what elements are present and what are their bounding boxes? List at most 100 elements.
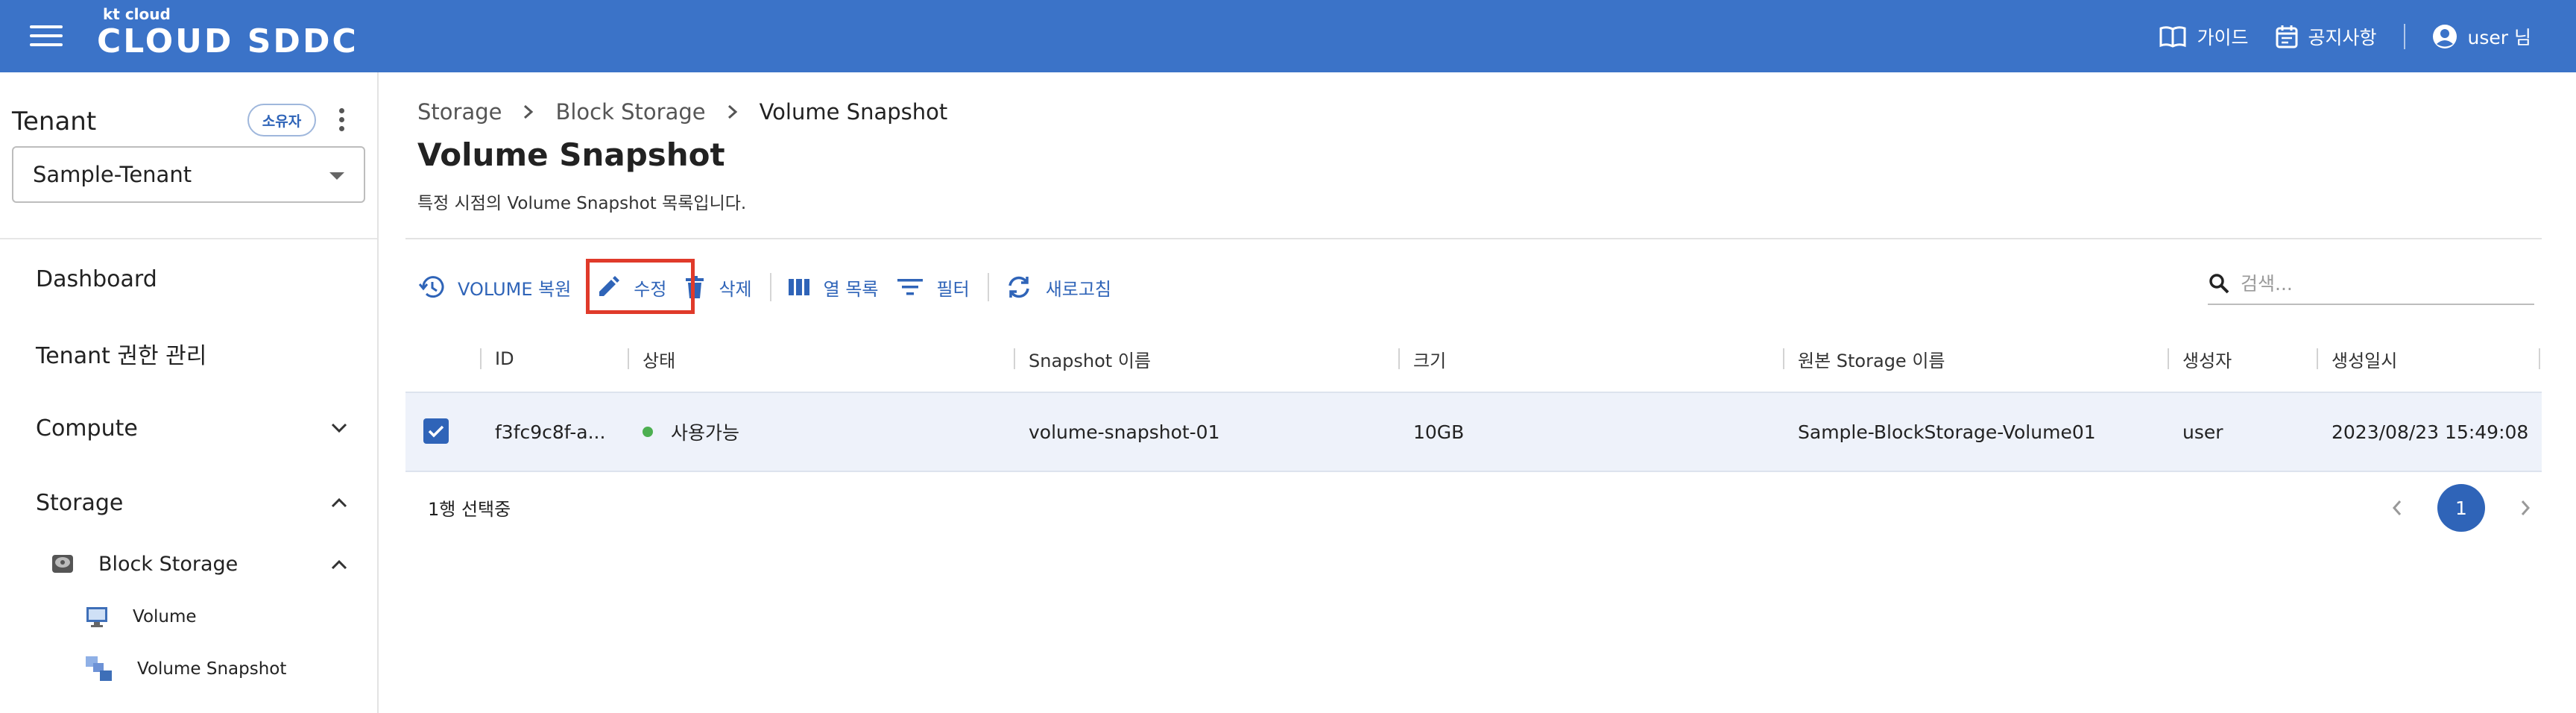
chevron-left-icon [2392,500,2402,515]
book-icon [2159,25,2186,48]
page-number-button[interactable]: 1 [2437,484,2485,532]
user-menu[interactable]: user 님 [2432,23,2531,50]
filter-button[interactable]: 필터 [897,263,977,311]
cell-creator: user [2182,421,2223,443]
check-icon [428,425,444,438]
tenant-select[interactable]: Sample-Tenant [12,146,365,203]
status-text: 사용가능 [671,422,740,444]
column-divider [628,348,629,369]
header-divider [2403,23,2405,49]
table-header: ID 상태 Snapshot 이름 크기 원본 Storage 이름 생성자 생… [405,326,2542,392]
column-header-size[interactable]: 크기 [1413,326,1446,392]
columns-icon [788,279,809,295]
top-header: kt cloud CLOUD SDDC 가이드 공지사항 user 님 [0,0,2576,72]
edit-button-highlight [586,259,695,314]
cell-snapshot-name: volume-snapshot-01 [1029,421,1220,443]
tenant-title: Tenant [12,107,97,136]
delete-button[interactable]: 삭제 [684,263,759,311]
logo-small-text: kt cloud [103,5,171,23]
refresh-button[interactable]: 새로고침 [1006,263,1119,311]
sidebar-item-volume-snapshot[interactable]: Volume Snapshot [85,654,286,684]
chevron-up-icon [331,497,347,508]
next-page-button[interactable] [2510,484,2540,532]
cell-id: f3fc9c8f-a... [495,421,606,443]
column-divider [2168,348,2169,369]
sidebar-item-label: Storage [36,489,124,516]
sidebar-item-label: Dashboard [36,266,157,292]
breadcrumb-storage[interactable]: Storage [417,99,502,125]
sidebar-item-label: Volume Snapshot [137,659,287,679]
sidebar-item-tenant-auth[interactable]: Tenant 권한 관리 [36,335,349,372]
volume-restore-button[interactable]: VOLUME 복원 [417,263,578,311]
selection-count: 1행 선택중 [428,499,511,520]
cell-created-at: 2023/08/23 15:49:08 [2332,421,2529,443]
chevron-down-icon [331,423,347,433]
sidebar-item-label: Tenant 권한 관리 [36,343,207,369]
owner-badge: 소유자 [247,104,316,136]
history-icon [418,276,444,298]
table-row[interactable]: f3fc9c8f-a... 사용가능 volume-snapshot-01 10… [405,392,2542,472]
toolbar-divider [987,273,989,301]
chevron-up-icon [331,559,347,570]
column-header-snapshot-name[interactable]: Snapshot 이름 [1029,326,1151,392]
main-divider [405,238,2542,239]
logo[interactable]: kt cloud CLOUD SDDC [97,6,359,61]
volume-restore-label: VOLUME 복원 [458,278,572,300]
pagination: 1 [2382,484,2540,532]
prev-page-button[interactable] [2382,484,2412,532]
breadcrumb-block-storage[interactable]: Block Storage [555,99,705,125]
search-icon [2209,274,2229,294]
column-divider [1014,348,1015,369]
sidebar-item-volume[interactable]: Volume [85,602,197,632]
status-dot [643,427,653,437]
filter-icon [897,279,923,295]
toolbar: VOLUME 복원 수정 삭제 열 목록 필터 새로고침 [417,263,1119,311]
guide-label: 가이드 [2197,26,2249,48]
column-header-creator[interactable]: 생성자 [2182,326,2232,392]
column-divider [2317,348,2318,369]
column-header-created-at[interactable]: 생성일시 [2332,326,2397,392]
column-divider [480,348,482,369]
filter-label: 필터 [936,278,970,300]
sidebar-item-label: Compute [36,415,138,442]
monitor-icon [86,607,107,627]
column-divider [1398,348,1400,369]
search-input[interactable] [2241,272,2524,295]
chevron-right-icon [727,104,737,119]
column-header-source-storage[interactable]: 원본 Storage 이름 [1798,326,1945,392]
main-content: Storage Block Storage Volume Snapshot Vo… [380,72,2576,713]
page-description: 특정 시점의 Volume Snapshot 목록입니다. [417,194,747,213]
column-divider [1783,348,1784,369]
search-field[interactable] [2208,263,2534,305]
tenant-select-value: Sample-Tenant [33,162,192,187]
columns-button[interactable]: 열 목록 [788,263,886,311]
more-vert-icon[interactable] [335,108,347,135]
sidebar-item-block-storage[interactable]: Block Storage [51,547,349,580]
refresh-label: 새로고침 [1045,278,1112,300]
sidebar-item-label: Volume [133,607,197,626]
sidebar: Tenant 소유자 Sample-Tenant Dashboard Tenan… [0,72,379,713]
chevron-right-icon [2521,500,2531,515]
user-label: user 님 [2467,26,2531,48]
breadcrumb-current: Volume Snapshot [759,99,948,125]
notice-link[interactable]: 공지사항 [2276,23,2377,50]
delete-label: 삭제 [719,278,752,300]
caret-down-icon [329,172,344,180]
toolbar-divider [769,273,771,301]
sidebar-item-storage[interactable]: Storage [36,484,349,521]
sidebar-item-dashboard[interactable]: Dashboard [36,260,349,298]
column-header-status[interactable]: 상태 [643,326,675,392]
row-checkbox[interactable] [423,418,449,444]
column-divider [2539,348,2540,369]
cell-status: 사용가능 [643,393,739,471]
notice-label: 공지사항 [2308,26,2377,48]
column-header-id[interactable]: ID [495,326,514,392]
guide-link[interactable]: 가이드 [2159,23,2249,50]
refresh-icon [1008,276,1029,298]
logo-big-text: CLOUD SDDC [97,22,359,60]
sidebar-item-compute[interactable]: Compute [36,409,349,447]
calendar-icon [2276,25,2297,48]
menu-icon[interactable] [30,25,63,48]
snapshot-table: ID 상태 Snapshot 이름 크기 원본 Storage 이름 생성자 생… [405,326,2542,472]
sidebar-item-label: Block Storage [98,552,239,576]
